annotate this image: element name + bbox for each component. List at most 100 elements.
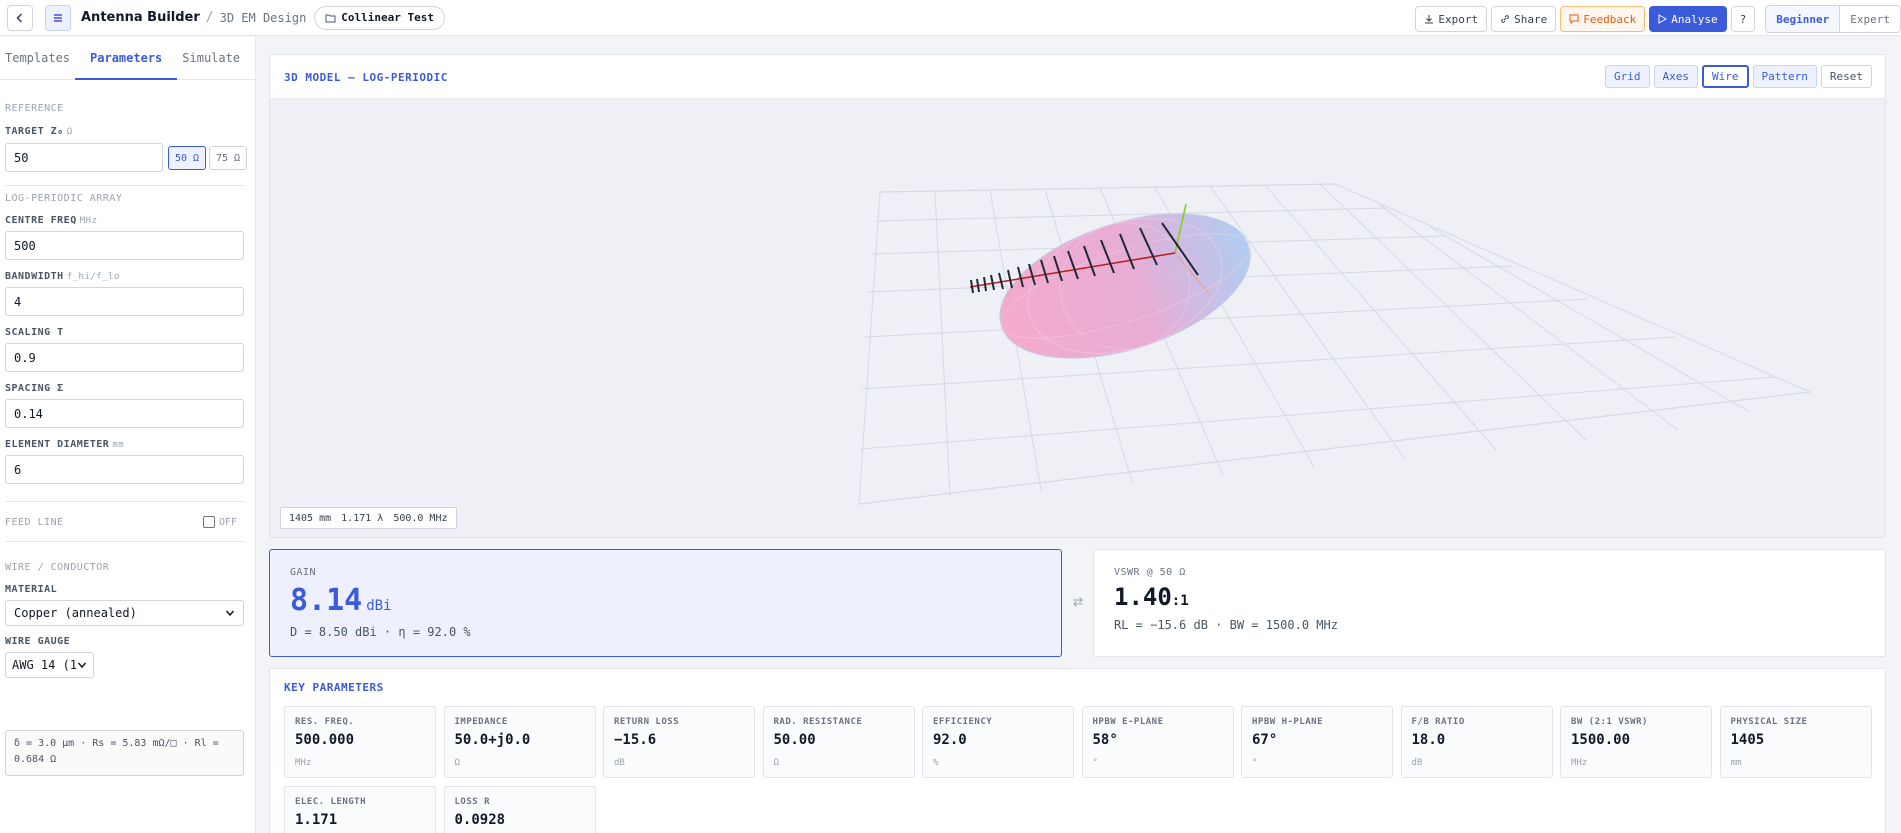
feed-line-toggle[interactable]: OFF [203,516,237,528]
gain-card[interactable]: GAIN 8.14 dBi D = 8.50 dBi · η = 92.0 % [269,549,1062,657]
export-button[interactable]: Export [1415,6,1488,32]
key-param-label: ELEC. LENGTH [295,797,367,807]
key-param-value: 0.0928 [454,812,506,828]
mode-toggle: Beginner Expert [1765,5,1901,33]
sidebar-tabs: Templates Parameters Simulate [0,37,255,80]
tab-parameters[interactable]: Parameters [75,37,178,80]
feed-line-checkbox[interactable] [203,516,215,528]
element-diameter-unit: mm [112,440,125,450]
key-param-label: RES. FREQ. [295,717,355,727]
key-param-value: 58° [1092,732,1118,748]
key-param-value: 50.0+j0.0 [454,732,531,748]
wire-toggle[interactable]: Wire [1702,65,1749,88]
key-param-unit: Ω [454,758,460,768]
gain-label: GAIN [290,567,317,578]
key-param-unit: dB [614,758,625,768]
vswr-label: VSWR @ 50 Ω [1114,567,1186,578]
centre-freq-label-text: CENTRE FREQ [5,215,77,226]
bandwidth-input[interactable] [5,287,244,316]
analyse-button[interactable]: Analyse [1649,6,1727,32]
key-param-value: 92.0 [933,732,967,748]
key-param-card: HPBW H-PLANE 67° ° [1241,706,1393,778]
key-param-unit: mm [1730,758,1742,768]
physical-length-readout: 1405 mm [289,512,332,524]
spacing-label: SPACING Σ [5,383,64,394]
centre-freq-unit: MHz [79,216,98,226]
material-select[interactable]: Copper (annealed) [5,600,244,626]
key-param-unit: ° [1252,758,1258,768]
key-param-value: 1500.00 [1571,732,1631,748]
3d-viewport[interactable]: 3D MODEL — LOG-PERIODIC Grid Axes Wire P… [269,54,1886,538]
material-value: Copper (annealed) [14,606,137,620]
z75-button[interactable]: 75 Ω [209,146,248,170]
vswr-card[interactable]: VSWR @ 50 Ω 1.40:1 RL = −15.6 dB · BW = … [1093,549,1886,657]
key-param-unit: MHz [1571,758,1588,768]
link-icon [1501,15,1509,23]
3d-canvas[interactable] [270,99,1885,538]
target-z-input[interactable] [5,143,163,172]
app-title: Antenna Builder [81,10,200,25]
z50-button[interactable]: 50 Ω [168,146,207,170]
material-label: MATERIAL [5,584,58,595]
help-button[interactable]: ? [1730,6,1756,32]
element-diameter-label: ELEMENT DIAMETER mm [5,439,124,450]
breadcrumb[interactable]: 3D EM Design [220,11,307,25]
key-param-card: ELEC. LENGTH 1.171 [284,786,436,833]
viewport-toolbar: Grid Axes Wire Pattern Reset [1605,65,1872,88]
key-param-unit: Ω [773,758,779,768]
centre-freq-input[interactable] [5,231,244,260]
frequency-readout: 500.0 MHz [393,512,448,524]
viewport-title: 3D MODEL — LOG-PERIODIC [284,71,448,84]
key-param-card: F/B RATIO 18.0 dB [1400,706,1553,778]
key-param-card: BW (2:1 VSWR) 1500.00 MHz [1560,706,1712,778]
feedback-button[interactable]: Feedback [1560,6,1646,32]
menu-icon [54,13,62,22]
grid-toggle[interactable]: Grid [1605,65,1650,88]
swap-icon[interactable] [1072,596,1084,608]
download-icon [1425,15,1434,24]
key-parameters-panel: KEY PARAMETERS RES. FREQ. 500.000 MHz IMPED… [269,668,1886,833]
target-z-label: TARGET Z₀ Ω [5,126,73,137]
element-diameter-input[interactable] [5,455,244,484]
reset-view-button[interactable]: Reset [1820,65,1872,88]
mode-expert[interactable]: Expert [1840,6,1900,32]
target-z-label-text: TARGET Z₀ [5,126,64,137]
gauge-select[interactable]: AWG 14 (1. [5,652,94,678]
tab-templates[interactable]: Templates [0,37,75,80]
vswr-subtext: RL = −15.6 dB · BW = 1500.0 MHz [1114,618,1338,632]
mode-beginner[interactable]: Beginner [1766,6,1841,32]
spacing-label-text: SPACING Σ [5,383,64,394]
vswr-value: 1.40 [1114,583,1172,611]
scaling-label-text: SCALING T [5,327,64,338]
spacing-input[interactable] [5,399,244,428]
project-chip[interactable]: Collinear Test [314,5,446,30]
key-param-card: HPBW E-PLANE 58° ° [1081,706,1234,778]
top-bar: Antenna Builder / 3D EM Design Collinear… [0,0,1901,36]
chevron-down-icon [225,610,235,617]
key-param-label: RAD. RESISTANCE [773,717,863,727]
key-param-label: PHYSICAL SIZE [1730,717,1808,727]
folder-icon [325,14,336,22]
axes-toggle[interactable]: Axes [1653,65,1699,88]
key-param-card: LOSS R 0.0928 [443,786,596,833]
key-param-unit: MHz [295,758,312,768]
back-button[interactable] [7,4,33,31]
key-parameters-title: KEY PARAMETERS [284,681,384,694]
analyse-label: Analyse [1671,12,1718,26]
pattern-toggle[interactable]: Pattern [1752,65,1817,88]
bandwidth-unit: f_hi/f_lo [66,272,120,282]
tab-simulate[interactable]: Simulate [177,37,245,80]
key-param-label: RETURN LOSS [614,717,680,727]
scaling-input[interactable] [5,343,244,372]
menu-button[interactable] [45,4,71,31]
section-reference: REFERENCE [5,103,64,114]
key-param-value: 18.0 [1411,732,1446,748]
target-z-unit: Ω [66,127,73,137]
key-param-card: RETURN LOSS −15.6 dB [603,706,755,778]
comment-icon [1569,14,1579,24]
key-param-value: 1.171 [295,812,338,828]
key-param-value: −15.6 [614,732,657,748]
key-param-label: F/B RATIO [1411,717,1465,727]
viewport-status: 1405 mm 1.171 λ 500.0 MHz [280,507,457,529]
share-button[interactable]: Share [1491,6,1557,32]
